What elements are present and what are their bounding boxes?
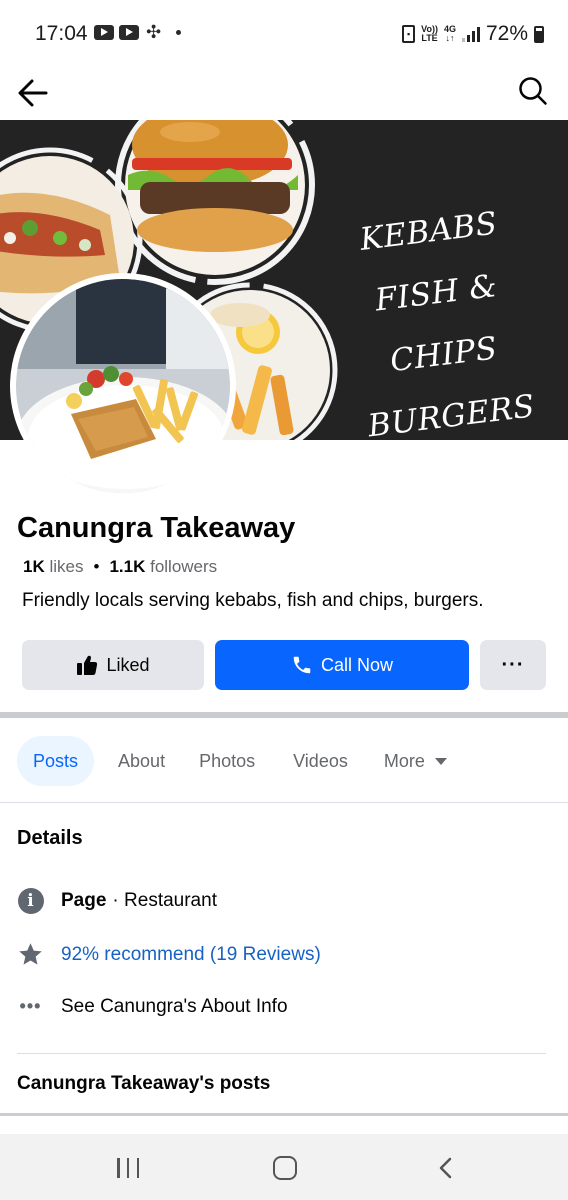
more-dots-icon: ··· <box>501 653 525 676</box>
stats-separator: • <box>93 557 100 576</box>
thumbs-up-icon <box>77 655 98 675</box>
followers-label: followers <box>150 557 218 576</box>
cover-headline: KEBABS FISH & CHIPS BURGERS <box>316 188 565 440</box>
tab-videos-label: Videos <box>293 750 348 771</box>
system-back-button[interactable] <box>436 1156 456 1180</box>
system-nav-bar <box>0 1134 568 1200</box>
back-button[interactable] <box>16 76 50 110</box>
volte-icon: Vo)) LTE <box>421 25 438 43</box>
phone-icon <box>293 656 311 674</box>
page-stats[interactable]: 1K likes • 1.1K followers <box>23 557 217 577</box>
status-time: 17:04 <box>35 22 88 45</box>
tab-more-label: More <box>383 750 425 771</box>
star-icon <box>17 941 44 968</box>
info-icon: i <box>17 887 44 914</box>
more-options-button[interactable]: ··· <box>480 640 546 690</box>
lte-text: LTE <box>421 33 438 43</box>
youtube-icon <box>119 25 139 40</box>
details-heading: Details <box>17 827 83 849</box>
tab-photos-label: Photos <box>199 750 256 771</box>
detail-about-info[interactable]: ••• See Canungra's About Info <box>17 993 288 1020</box>
followers-count: 1.1K <box>109 557 146 576</box>
page-tabs: Posts About Photos Videos More <box>17 736 557 786</box>
call-now-button[interactable]: Call Now <box>215 640 469 690</box>
action-buttons: Liked Call Now ··· <box>22 640 546 690</box>
top-nav <box>0 70 568 120</box>
tab-photos[interactable]: Photos <box>185 736 269 786</box>
battery-percent: 72% <box>485 22 528 45</box>
likes-stat: 1K likes <box>23 557 83 577</box>
tab-videos[interactable]: Videos <box>277 736 364 786</box>
posts-heading: Canungra Takeaway's posts <box>17 1073 271 1094</box>
search-icon <box>519 77 547 105</box>
status-bar: 17:04 ✣ ▪ Vo)) LTE 4G ↓↑ 72% <box>0 0 568 70</box>
more-dots-text: ••• <box>19 996 42 1016</box>
tab-about[interactable]: About <box>106 736 177 786</box>
page-label: Page <box>61 889 107 911</box>
about-info-link[interactable]: See Canungra's About Info <box>61 996 288 1018</box>
tab-posts-label: Posts <box>33 750 79 771</box>
chevron-left-icon <box>439 1157 452 1179</box>
fan-icon: ✣ <box>146 22 162 42</box>
sim-icon: ▪ <box>402 25 416 43</box>
tab-more[interactable]: More <box>370 736 461 786</box>
liked-label: Liked <box>106 654 150 675</box>
details-divider <box>17 1053 546 1054</box>
system-status-icons: ▪ Vo)) LTE 4G ↓↑ 72% <box>402 22 544 46</box>
recent-apps-button[interactable] <box>117 1158 139 1178</box>
youtube-icon <box>94 25 114 40</box>
likes-label: likes <box>49 557 84 576</box>
search-button[interactable] <box>518 76 548 106</box>
liked-button[interactable]: Liked <box>22 640 204 690</box>
more-dots-icon: ••• <box>17 993 44 1020</box>
tab-posts[interactable]: Posts <box>17 736 95 786</box>
page-category: · Restaurant <box>112 889 217 911</box>
battery-icon <box>534 25 544 43</box>
4g-icon: 4G ↓↑ <box>444 25 456 43</box>
data-arrows-text: ↓↑ <box>445 33 455 43</box>
home-button[interactable] <box>273 1156 297 1180</box>
signal-icon <box>461 26 480 42</box>
profile-picture[interactable] <box>10 273 236 499</box>
posts-divider <box>0 1113 568 1116</box>
dot-icon <box>176 30 182 35</box>
section-divider <box>0 712 568 718</box>
profile-photo <box>16 279 230 493</box>
back-arrow-icon <box>18 79 48 107</box>
reviews-link[interactable]: 92% recommend (19 Reviews) <box>61 944 321 966</box>
detail-reviews[interactable]: 92% recommend (19 Reviews) <box>17 941 321 968</box>
page-title: Canungra Takeaway <box>17 512 296 544</box>
tab-about-label: About <box>118 750 166 771</box>
caret-down-icon <box>434 757 447 765</box>
notification-icons: ✣ <box>94 22 182 42</box>
followers-stat: 1.1K followers <box>109 557 217 577</box>
tabs-divider <box>0 802 568 803</box>
detail-page-category: i Page · Restaurant <box>17 887 217 914</box>
page-description: Friendly locals serving kebabs, fish and… <box>22 590 484 611</box>
likes-count: 1K <box>23 557 45 576</box>
call-now-label: Call Now <box>320 654 394 675</box>
